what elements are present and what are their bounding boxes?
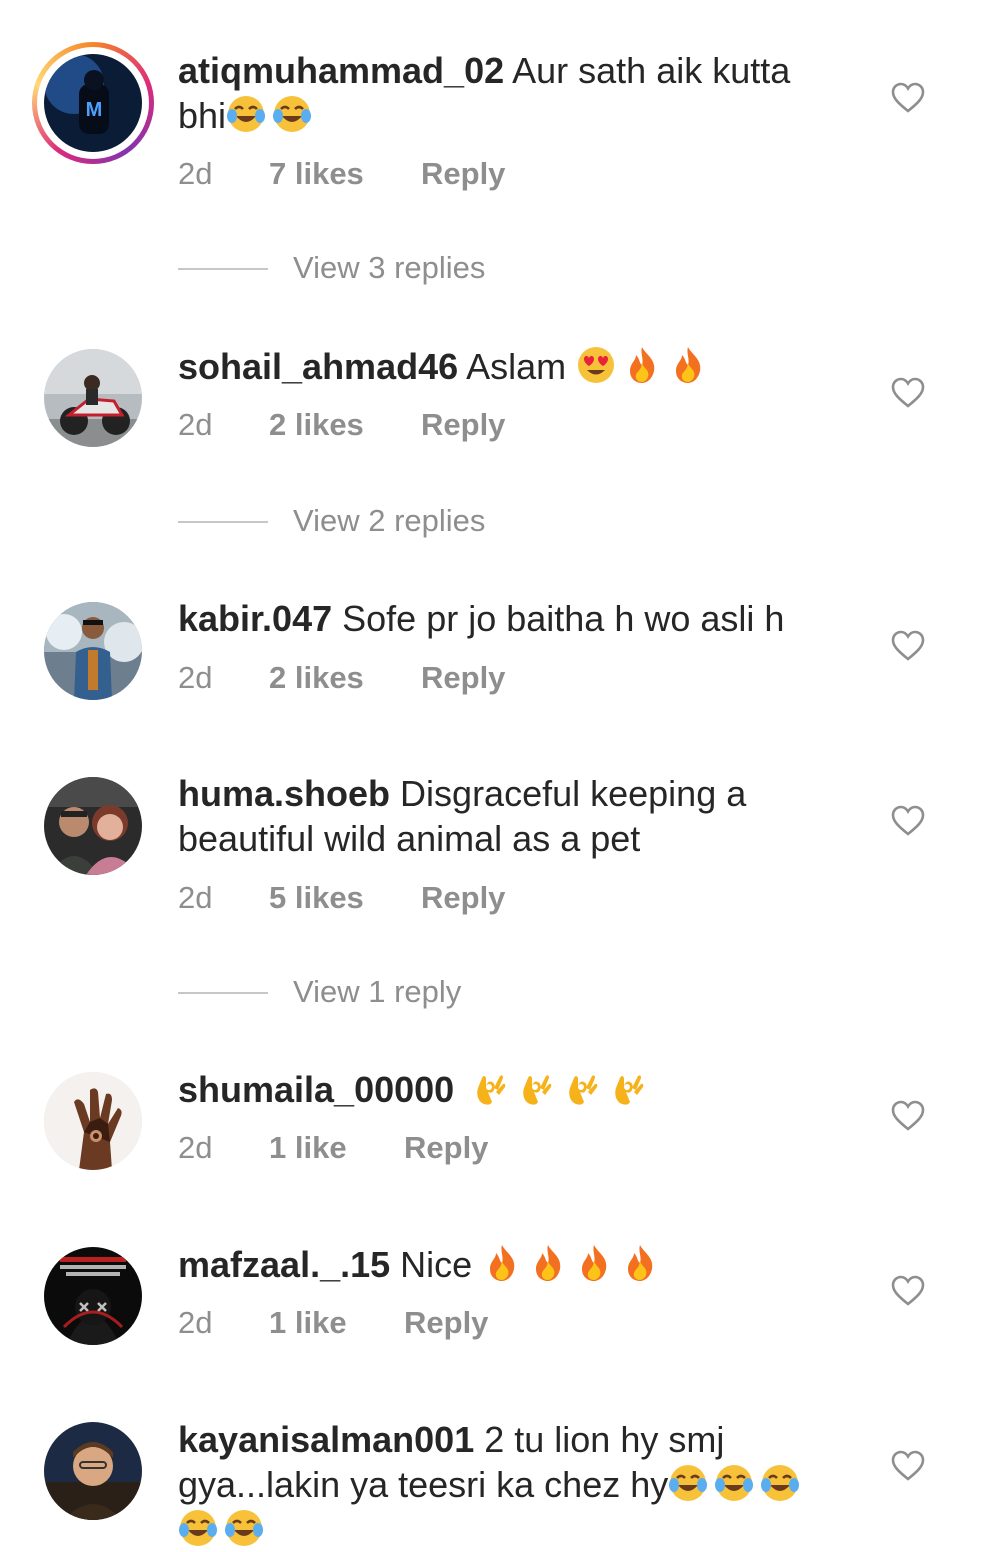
comment-likes[interactable]: 2 likes: [269, 407, 364, 443]
comment-text: shumaila_00000: [178, 1067, 838, 1112]
fire-emoji: [620, 1243, 660, 1283]
story-ring[interactable]: M: [32, 42, 154, 164]
heart-outline-icon[interactable]: [891, 1100, 925, 1132]
comment-text: kabir.047 Sofe pr jo baitha h wo asli h: [178, 596, 838, 641]
heart-outline-icon[interactable]: [891, 377, 925, 409]
comment-username[interactable]: kayanisalman001: [178, 1419, 474, 1460]
reply-button[interactable]: Reply: [421, 660, 505, 696]
fire-emoji: [574, 1243, 614, 1283]
comment-time: 2d: [178, 156, 213, 191]
joy-emoji: [178, 1508, 218, 1548]
view-replies-label[interactable]: View 3 replies: [293, 250, 485, 286]
heart-outline-icon[interactable]: [891, 1275, 925, 1307]
comment-likes[interactable]: 1 like: [269, 1305, 347, 1341]
comment-username[interactable]: kabir.047: [178, 598, 332, 639]
heart-eyes-emoji: [576, 345, 616, 385]
reply-button[interactable]: Reply: [421, 407, 505, 443]
heart-outline-icon[interactable]: [891, 82, 925, 114]
svg-text:M: M: [86, 99, 103, 121]
view-replies-label[interactable]: View 2 replies: [293, 503, 485, 539]
joy-emoji: [272, 94, 312, 134]
comment-likes[interactable]: 5 likes: [269, 880, 364, 916]
comment-text: atiqmuhammad_02 Aur sath aik kutta bhi: [178, 48, 838, 138]
comment-time: 2d: [178, 1305, 213, 1340]
comment-username[interactable]: mafzaal._.15: [178, 1244, 390, 1285]
comment-time: 2d: [178, 660, 213, 695]
fire-emoji: [482, 1243, 522, 1283]
divider-line: [178, 521, 268, 523]
comment-text: kayanisalman001 2 tu lion hy smj gya...l…: [178, 1417, 838, 1552]
fire-emoji: [622, 345, 662, 385]
reply-button[interactable]: Reply: [404, 1305, 488, 1341]
comment-likes[interactable]: 2 likes: [269, 660, 364, 696]
ok-hand-emoji: [516, 1068, 556, 1108]
joy-emoji: [224, 1508, 264, 1548]
comment-text: huma.shoeb Disgraceful keeping a beautif…: [178, 771, 838, 861]
comment-username[interactable]: atiqmuhammad_02: [178, 50, 504, 91]
comment-body: Aslam: [466, 346, 567, 387]
joy-emoji: [760, 1463, 800, 1503]
comment-time: 2d: [178, 880, 213, 915]
avatar[interactable]: [44, 1247, 142, 1345]
comment-username[interactable]: sohail_ahmad46: [178, 346, 458, 387]
reply-button[interactable]: Reply: [404, 1130, 488, 1166]
comment-username[interactable]: shumaila_00000: [178, 1069, 454, 1110]
comment-time: 2d: [178, 1130, 213, 1165]
view-replies-label[interactable]: View 1 reply: [293, 974, 461, 1010]
reply-button[interactable]: Reply: [421, 880, 505, 916]
comment-text: mafzaal._.15 Nice: [178, 1242, 838, 1287]
fire-emoji: [668, 345, 708, 385]
comment-body: Nice: [400, 1244, 473, 1285]
heart-outline-icon[interactable]: [891, 1450, 925, 1482]
comment-body: Sofe pr jo baitha h wo asli h: [342, 598, 785, 639]
avatar[interactable]: [44, 777, 142, 875]
joy-emoji: [714, 1463, 754, 1503]
divider-line: [178, 268, 268, 270]
ok-hand-emoji: [562, 1068, 602, 1108]
heart-outline-icon[interactable]: [891, 805, 925, 837]
divider-line: [178, 992, 268, 994]
joy-emoji: [226, 94, 266, 134]
comment-username[interactable]: huma.shoeb: [178, 773, 390, 814]
avatar[interactable]: [44, 602, 142, 700]
avatar[interactable]: [44, 1072, 142, 1170]
avatar[interactable]: [44, 1422, 142, 1520]
ok-hand-emoji: [470, 1068, 510, 1108]
fire-emoji: [528, 1243, 568, 1283]
heart-outline-icon[interactable]: [891, 630, 925, 662]
avatar[interactable]: M: [44, 54, 142, 152]
ok-hand-emoji: [608, 1068, 648, 1108]
joy-emoji: [668, 1463, 708, 1503]
comment-text: sohail_ahmad46 Aslam: [178, 344, 838, 389]
comment-time: 2d: [178, 407, 213, 442]
avatar[interactable]: [44, 349, 142, 447]
comment-likes[interactable]: 7 likes: [269, 156, 364, 192]
comment-likes[interactable]: 1 like: [269, 1130, 347, 1166]
reply-button[interactable]: Reply: [421, 156, 505, 192]
